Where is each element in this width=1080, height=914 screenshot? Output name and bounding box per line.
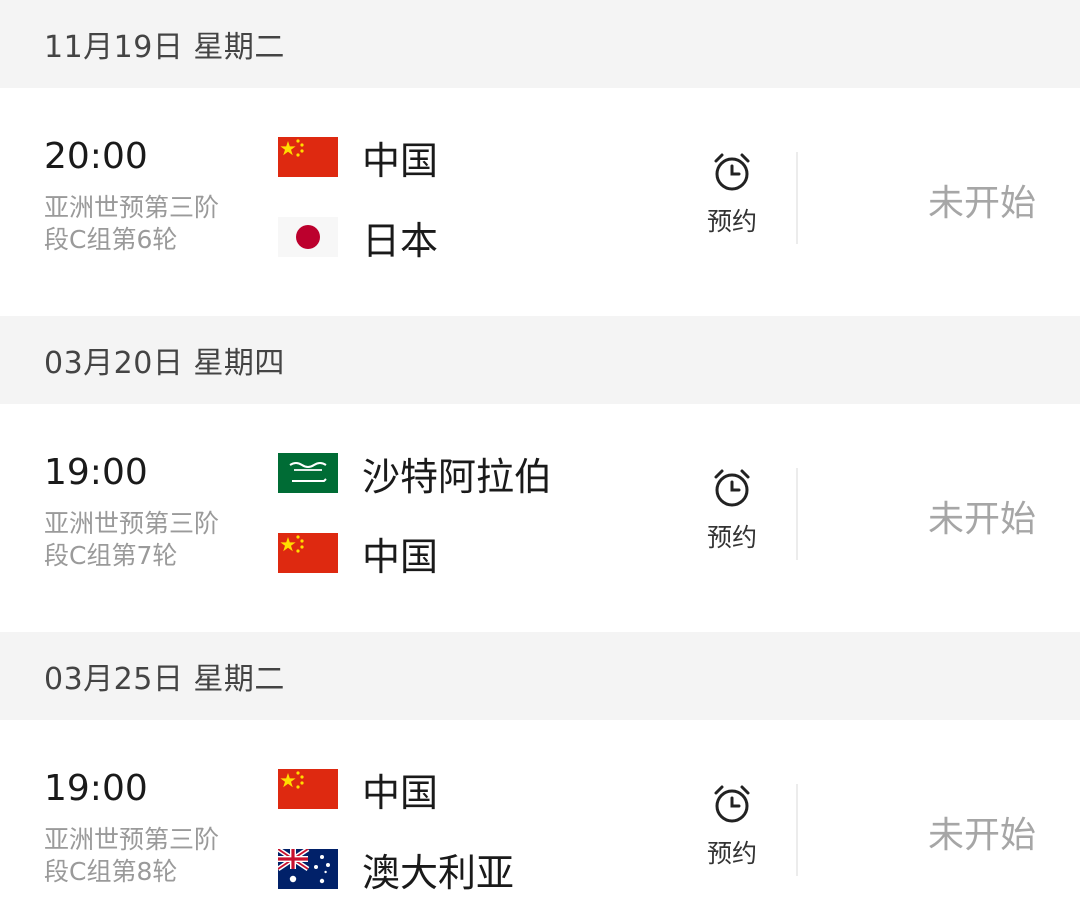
- match-row[interactable]: 19:00 亚洲世预第三阶段C组第8轮 中国 澳大利亚 预约 未开始: [0, 720, 1080, 914]
- team-name: 沙特阿拉伯: [362, 454, 553, 499]
- china-flag-icon: [278, 533, 338, 573]
- match-time: 19:00: [44, 452, 148, 493]
- team-name: 中国: [362, 138, 439, 183]
- reminder-label: 预约: [706, 207, 757, 236]
- alarm-clock-icon: [714, 785, 750, 823]
- date-label: 11月19日 星期二: [44, 30, 285, 65]
- match-stage: 亚洲世预第三阶段C组第8轮: [44, 825, 220, 886]
- china-flag-icon: [278, 137, 338, 177]
- match-time: 20:00: [44, 136, 148, 177]
- saudi-arabia-flag-icon: [278, 453, 338, 493]
- alarm-clock-icon: [714, 153, 750, 191]
- match-status: 未开始: [927, 499, 1036, 540]
- away-team: 中国: [278, 532, 438, 579]
- match-stage: 亚洲世预第三阶段C组第7轮: [44, 509, 220, 570]
- home-team: 沙特阿拉伯: [278, 452, 552, 499]
- team-name: 中国: [362, 770, 439, 815]
- divider: [796, 784, 798, 876]
- alarm-clock-icon: [714, 469, 750, 507]
- reminder-button[interactable]: 预约: [690, 150, 774, 238]
- away-team: 日本: [278, 216, 438, 263]
- date-label: 03月20日 星期四: [44, 346, 285, 381]
- match-status: 未开始: [927, 183, 1036, 224]
- match-stage: 亚洲世预第三阶段C组第6轮: [44, 193, 220, 254]
- reminder-button[interactable]: 预约: [690, 782, 774, 870]
- match-time: 19:00: [44, 768, 148, 809]
- japan-flag-icon: [278, 217, 338, 257]
- date-header: 11月19日 星期二: [0, 0, 1080, 88]
- date-label: 03月25日 星期二: [44, 662, 285, 697]
- reminder-label: 预约: [706, 839, 757, 868]
- china-flag-icon: [278, 769, 338, 809]
- team-name: 日本: [362, 218, 439, 263]
- team-name: 澳大利亚: [362, 850, 515, 895]
- match-status: 未开始: [927, 815, 1036, 856]
- australia-flag-icon: [278, 849, 338, 889]
- home-team: 中国: [278, 768, 438, 815]
- away-team: 澳大利亚: [278, 848, 514, 895]
- divider: [796, 468, 798, 560]
- reminder-label: 预约: [706, 523, 757, 552]
- date-header: 03月20日 星期四: [0, 316, 1080, 404]
- home-team: 中国: [278, 136, 438, 183]
- match-row[interactable]: 20:00 亚洲世预第三阶段C组第6轮 中国 日本 预约 未开始: [0, 88, 1080, 316]
- date-header: 03月25日 星期二: [0, 632, 1080, 720]
- reminder-button[interactable]: 预约: [690, 466, 774, 554]
- divider: [796, 152, 798, 244]
- match-row[interactable]: 19:00 亚洲世预第三阶段C组第7轮 沙特阿拉伯 中国 预约 未开始: [0, 404, 1080, 632]
- team-name: 中国: [362, 534, 439, 579]
